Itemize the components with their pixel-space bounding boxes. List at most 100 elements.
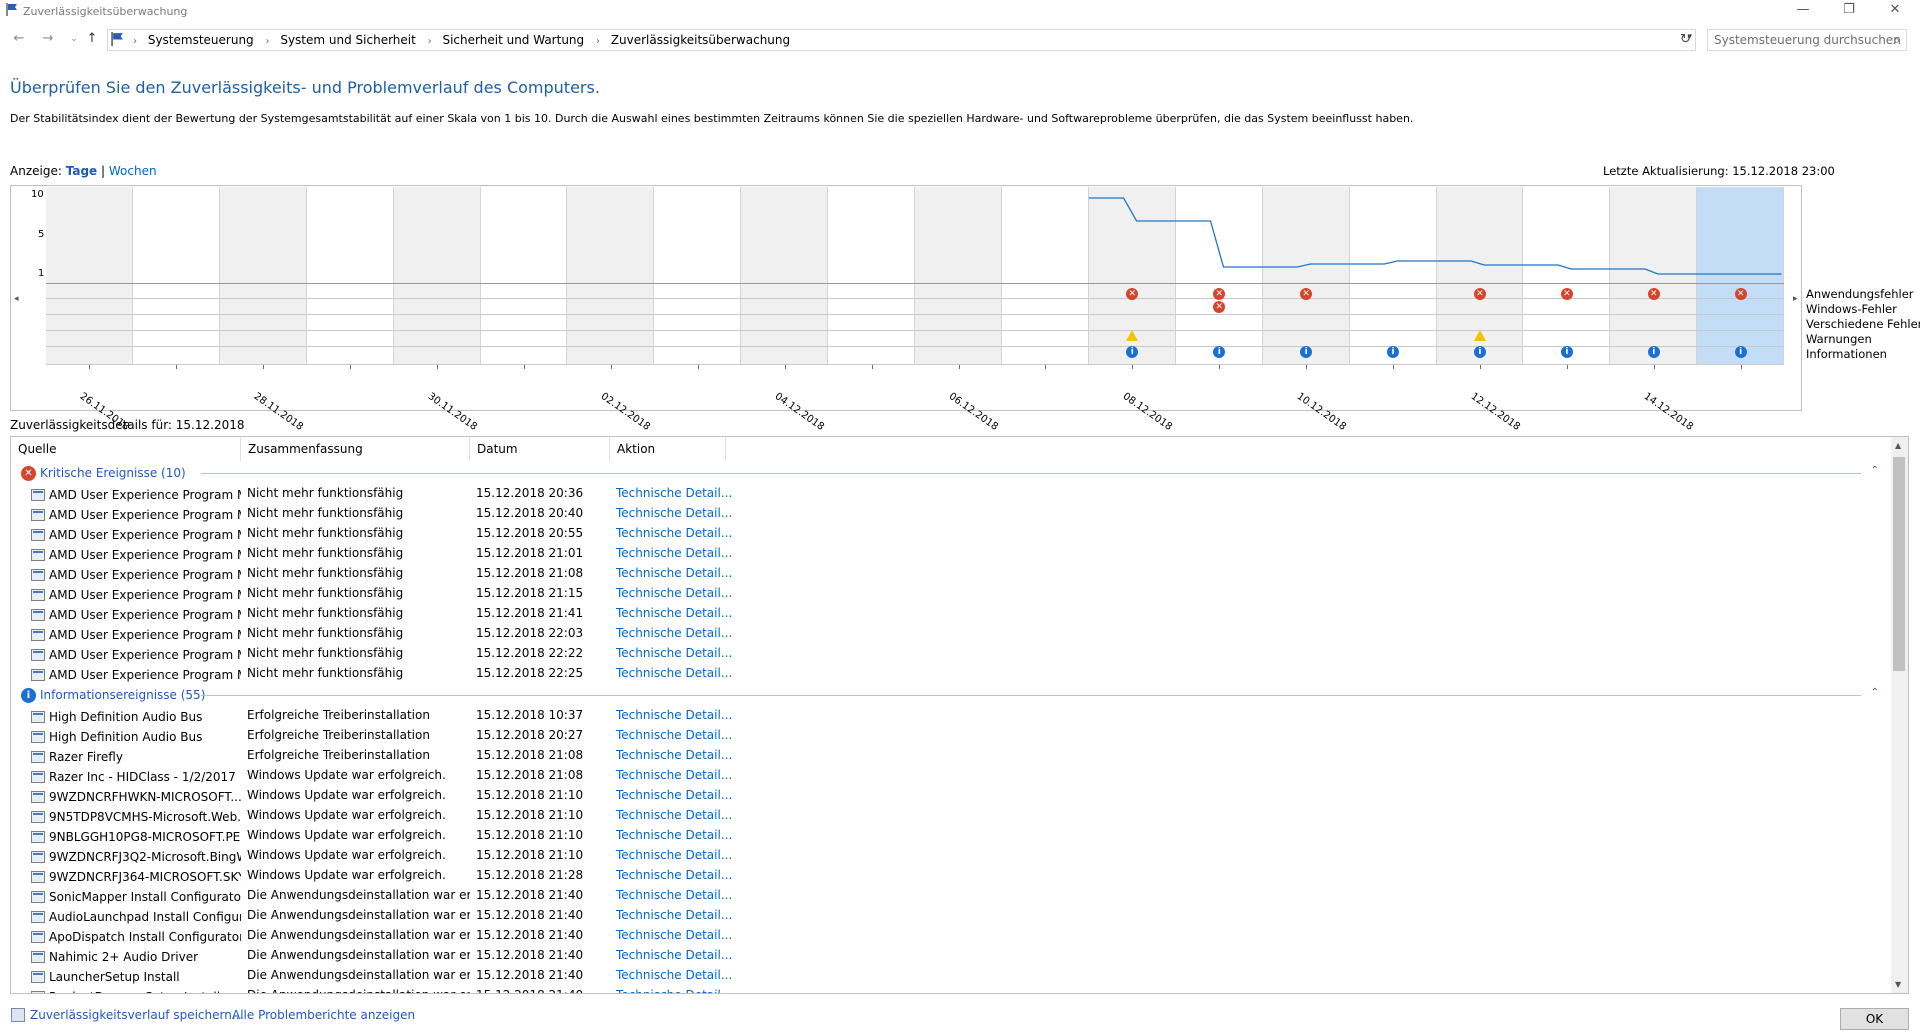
event-column[interactable]: i [1350,285,1437,365]
collapse-icon[interactable]: ⌃ [1871,465,1879,476]
technical-details-link[interactable]: Technische Detail... [610,663,740,683]
table-row[interactable]: 9WZDNCRFJ3Q2-Microsoft.BingW... Windows U… [11,845,1891,865]
table-row[interactable]: AMD User Experience Program Ma... Nicht m… [11,603,1891,623]
technical-details-link[interactable]: Technische Detail... [610,985,740,993]
event-column[interactable]: ✕ i [1089,285,1176,365]
technical-details-link[interactable]: Technische Detail... [610,785,740,805]
event-column[interactable]: ✕ i [1523,285,1610,365]
restore-button[interactable]: ❐ [1826,0,1872,22]
event-column[interactable]: ✕ i [1610,285,1697,365]
technical-details-link[interactable]: Technische Detail... [610,503,740,523]
breadcrumb-sicherheit-und-wartung[interactable]: Sicherheit und Wartung [442,33,584,47]
column-header-source[interactable]: Quelle [11,437,241,461]
refresh-icon[interactable]: ↻ [1680,32,1691,47]
table-row[interactable]: AMD User Experience Program Ma... Nicht m… [11,583,1891,603]
error-icon[interactable]: ✕ [1213,301,1226,313]
technical-details-link[interactable]: Technische Detail... [610,583,740,603]
view-days-link[interactable]: Tage [66,164,97,178]
table-row[interactable]: LauncherSetup Install Die Anwendungsdeins… [11,965,1891,985]
breadcrumb-separator-icon[interactable]: › [428,36,432,47]
error-icon[interactable]: ✕ [1560,288,1573,300]
technical-details-link[interactable]: Technische Detail... [610,805,740,825]
scroll-right-icon[interactable]: ▸ [1793,294,1798,304]
table-row[interactable]: 9NBLGGH10PG8-MICROSOFT.PE... Windows Upda… [11,825,1891,845]
info-icon[interactable]: i [1300,346,1313,358]
event-column[interactable] [133,285,220,365]
technical-details-link[interactable]: Technische Detail... [610,543,740,563]
table-row[interactable]: AMD User Experience Program Ma... Nicht m… [11,523,1891,543]
forward-arrow-icon[interactable]: → [40,31,56,47]
all-problem-reports-link[interactable]: Alle Problemberichte anzeigen [232,1008,415,1022]
event-column[interactable]: ✕ i [1697,285,1784,365]
event-column[interactable] [654,285,741,365]
table-row[interactable]: SonicMapper Install Configurator Die Anwe… [11,885,1891,905]
info-icon[interactable]: i [1213,346,1226,358]
column-header-action[interactable]: Aktion [610,437,726,461]
warning-icon[interactable] [1126,330,1139,341]
error-icon[interactable]: ✕ [1473,288,1486,300]
info-icon[interactable]: i [1560,346,1573,358]
scrollbar-thumb[interactable] [1893,457,1905,671]
breadcrumb-zuverlaessigkeit[interactable]: Zuverlässigkeitsüberwachung [611,33,790,47]
technical-details-link[interactable]: Technische Detail... [610,765,740,785]
technical-details-link[interactable]: Technische Detail... [610,905,740,925]
error-icon[interactable]: ✕ [1647,288,1660,300]
vertical-scrollbar[interactable]: ▲ ▼ [1891,437,1908,993]
event-column[interactable] [915,285,1002,365]
technical-details-link[interactable]: Technische Detail... [610,643,740,663]
technical-details-link[interactable]: Technische Detail... [610,885,740,905]
table-row[interactable]: AudioLaunchpad Install Configura... Die A… [11,905,1891,925]
warning-icon[interactable] [1473,330,1486,341]
scroll-left-icon[interactable]: ◂ [14,294,19,304]
error-icon[interactable]: ✕ [1126,288,1139,300]
event-column[interactable]: ✕ ✕ i [1176,285,1263,365]
error-icon[interactable]: ✕ [1734,288,1747,300]
table-row[interactable]: 9WZDNCRFHWKN-MICROSOFT.... Windows Update… [11,785,1891,805]
event-column[interactable] [46,285,133,365]
info-icon[interactable]: i [1126,346,1139,358]
recent-chevron-icon[interactable]: ⌄ [66,31,82,47]
scroll-down-icon[interactable]: ▼ [1895,980,1901,989]
table-row[interactable]: Razer Firefly Erfolgreiche Treiberinstall… [11,745,1891,765]
event-column[interactable] [220,285,307,365]
technical-details-link[interactable]: Technische Detail... [610,523,740,543]
technical-details-link[interactable]: Technische Detail... [610,563,740,583]
technical-details-link[interactable]: Technische Detail... [610,845,740,865]
event-column[interactable]: ✕ i [1437,285,1524,365]
table-row[interactable]: ApoDispatch Install Configurator Die Anwe… [11,925,1891,945]
event-column[interactable] [1002,285,1089,365]
event-column[interactable] [481,285,568,365]
search-icon[interactable]: ⌕ [1893,33,1900,48]
back-arrow-icon[interactable]: ← [11,31,27,47]
group-header[interactable]: i Informationsereignisse (55) ⌃ [11,685,1891,705]
table-row[interactable]: Nahimic 2+ Audio Driver Die Anwendungsdei… [11,945,1891,965]
breadcrumb-separator-icon[interactable]: › [266,36,270,47]
error-icon[interactable]: ✕ [1300,288,1313,300]
table-row[interactable]: AMD User Experience Program Ma... Nicht m… [11,623,1891,643]
table-row[interactable]: 9WZDNCRFJ364-MICROSOFT.SKY... Windows Upd… [11,865,1891,885]
technical-details-link[interactable]: Technische Detail... [610,825,740,845]
table-row[interactable]: ProductDaemonSetup Install Die Anwendungs… [11,985,1891,993]
breadcrumb-separator-icon[interactable]: › [596,36,600,47]
event-column[interactable] [741,285,828,365]
technical-details-link[interactable]: Technische Detail... [610,865,740,885]
info-icon[interactable]: i [1647,346,1660,358]
technical-details-link[interactable]: Technische Detail... [610,745,740,765]
save-history-link[interactable]: Zuverlässigkeitsverlauf speichern... [30,1008,243,1022]
info-icon[interactable]: i [1387,346,1400,358]
event-column[interactable] [828,285,915,365]
technical-details-link[interactable]: Technische Detail... [610,603,740,623]
technical-details-link[interactable]: Technische Detail... [610,483,740,503]
technical-details-link[interactable]: Technische Detail... [610,965,740,985]
table-row[interactable]: AMD User Experience Program Ma... Nicht m… [11,543,1891,563]
table-row[interactable]: AMD User Experience Program Ma... Nicht m… [11,643,1891,663]
breadcrumb-systemsteuerung[interactable]: Systemsteuerung [148,33,254,47]
column-header-summary[interactable]: Zusammenfassung [241,437,470,461]
event-column[interactable]: ✕ i [1263,285,1350,365]
breadcrumb-system-und-sicherheit[interactable]: System und Sicherheit [280,33,416,47]
technical-details-link[interactable]: Technische Detail... [610,725,740,745]
ok-button[interactable]: OK [1840,1008,1909,1030]
table-row[interactable]: AMD User Experience Program Ma... Nicht m… [11,563,1891,583]
table-row[interactable]: AMD User Experience Program Ma... Nicht m… [11,503,1891,523]
search-input[interactable]: Systemsteuerung durchsuchen ⌕ [1707,29,1907,51]
